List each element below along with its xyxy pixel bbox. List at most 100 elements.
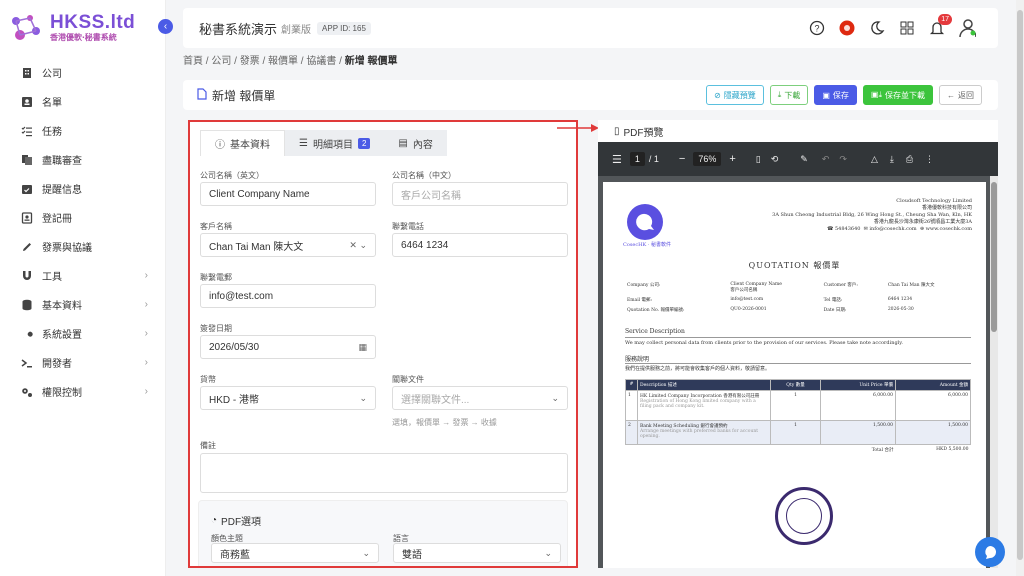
save-download-button[interactable]: ▣⤓ 保存並下載 (862, 85, 933, 105)
row-qty: 1 (770, 420, 821, 445)
more-vert-icon[interactable]: ⋮ (925, 154, 934, 165)
zoom-level[interactable]: 76% (693, 152, 722, 166)
hk-flag-icon[interactable] (838, 19, 856, 37)
page-number-input[interactable]: 1 (629, 152, 645, 166)
table-row: Company 公司: Client Company Name 客戶公司名稱 Cus… (625, 280, 971, 295)
sidebar-item-basic-data[interactable]: 基本資料 › (0, 290, 166, 319)
tab-label: 內容 (412, 139, 433, 151)
add-drive-icon[interactable]: △ (871, 154, 878, 165)
pdf-scrollbar[interactable] (990, 176, 998, 568)
issuer-email: info@cosechk.com (869, 226, 917, 232)
info-cell: Email 電郵: (627, 298, 653, 303)
bell-icon[interactable]: 17 (928, 14, 952, 37)
fit-page-icon[interactable]: ▯ (756, 154, 761, 165)
page-scrollbar[interactable] (1016, 0, 1024, 576)
chat-support-button[interactable] (975, 537, 1005, 567)
zoom-out-icon[interactable]: − (679, 153, 685, 165)
phone-input[interactable]: 6464 1234 (392, 233, 568, 257)
sidebar-item-tools[interactable]: 工具 › (0, 261, 166, 290)
undo-icon[interactable]: ↶ (822, 154, 830, 165)
svg-text:?: ? (814, 24, 819, 34)
remark-textarea[interactable] (200, 453, 568, 493)
pdf-download-icon[interactable]: ⤓ (890, 154, 894, 165)
column-header: Qty 數量 (770, 379, 821, 391)
grid-apps-icon[interactable] (898, 19, 916, 37)
chevron-right-icon: › (144, 357, 148, 368)
tab-line-items[interactable]: ☰ 明細項目 2 (285, 130, 385, 156)
download-button[interactable]: ⤓ 下載 (769, 85, 809, 105)
language-select[interactable]: 雙語 ⌄ (393, 543, 561, 563)
pdf-viewer[interactable]: CosecHK · 秘書軟件 Cloudsoft Technology Limi… (598, 176, 998, 568)
rotate-icon[interactable]: ⟲ (771, 154, 779, 165)
pen-icon (20, 240, 34, 254)
user-avatar-icon[interactable] (958, 19, 976, 38)
company-en-input[interactable]: Client Company Name (200, 182, 376, 206)
save-button[interactable]: ▣ 保存 (814, 85, 857, 105)
notification-badge: 17 (938, 14, 952, 25)
print-icon[interactable]: ⎙ (906, 154, 913, 165)
sidebar-item-due-diligence[interactable]: 盡職審查 (0, 145, 166, 174)
company-logo-icon (627, 204, 663, 240)
column-header: Unit Price 單價 (820, 379, 896, 391)
currency-select[interactable]: HKD - 港幣 ⌄ (200, 386, 376, 410)
download-icon: ⤓ (777, 90, 782, 99)
row-number: 2 (625, 420, 638, 445)
gears-icon (20, 385, 34, 399)
quote-info-table: Company 公司: Client Company Name 客戶公司名稱 Cus… (625, 280, 971, 315)
company-zh-input[interactable]: 客戶公司名稱 (392, 182, 568, 206)
tab-basic-info[interactable]: ⓘ 基本資料 (200, 130, 285, 156)
back-button[interactable]: ← 返回 (939, 85, 982, 105)
sidebar-item-reminders[interactable]: 提醒信息 (0, 174, 166, 203)
sidebar-item-label: 公司 (42, 69, 62, 80)
sidebar-item-permissions[interactable]: 權限控制 › (0, 377, 166, 406)
clear-chevron-icon[interactable]: ✕ ⌄ (349, 240, 367, 251)
service-desc-title: Service Description (625, 328, 685, 335)
page-scroll-thumb[interactable] (1017, 10, 1023, 560)
sidebar-item-tasks[interactable]: 任務 (0, 116, 166, 145)
row-amount: 1,500.00 (895, 420, 971, 445)
email-input[interactable]: info@test.com (200, 284, 376, 308)
sidebar-item-company[interactable]: 公司 (0, 58, 166, 87)
moon-icon[interactable] (868, 19, 886, 37)
remark-label: 備註 (200, 441, 216, 450)
pdf-scroll-thumb[interactable] (991, 182, 997, 332)
tab-label: 基本資料 (230, 140, 270, 151)
annotate-icon[interactable]: ✎ (800, 154, 808, 165)
customer-select[interactable]: Chan Tai Man 陳大文 ✕ ⌄ (200, 233, 376, 257)
brand-logo[interactable]: HKSS.ltd 香港優軟‧秘書系統 (8, 10, 158, 46)
redo-icon[interactable]: ↷ (839, 154, 847, 165)
tab-content[interactable]: ▤ 內容 (384, 130, 447, 156)
zoom-in-icon[interactable]: + (729, 153, 735, 165)
currency-label: 貨幣 (200, 375, 216, 384)
theme-value: 商務藍 (220, 549, 250, 561)
service-desc-zh-text: 我們在提供服務之前，將可能會收集客戶的個人資料，敬請留意。 (625, 366, 771, 372)
info-icon: ⓘ (215, 140, 225, 151)
sidebar-item-developer[interactable]: 開發者 › (0, 348, 166, 377)
save-download-label: 保存並下載 (885, 90, 925, 100)
divider (625, 363, 971, 364)
menu-icon[interactable]: ☰ (612, 153, 622, 166)
sidebar-item-settings[interactable]: 系統設置 › (0, 319, 166, 348)
mail-icon: ✉ (863, 226, 868, 232)
sidebar-item-register[interactable]: 登記冊 (0, 203, 166, 232)
sidebar-item-invoices[interactable]: 發票與協議 (0, 232, 166, 261)
topbar: 秘書系統演示 創業版 APP ID: 165 ? 17 (183, 8, 998, 48)
hide-preview-button[interactable]: ⊘ 隱藏預覽 (706, 85, 764, 105)
calendar-icon[interactable]: ▦ (358, 342, 367, 353)
sidebar-item-contacts[interactable]: 名單 (0, 87, 166, 116)
related-docs-select[interactable]: 選擇關聯文件... ⌄ (392, 386, 568, 410)
breadcrumb-invoices[interactable]: 發票 / 報價單 / 協議書 (240, 56, 337, 67)
info-cell: Quotation No. 報價單編號: (627, 308, 685, 313)
breadcrumb-home[interactable]: 首頁 (183, 56, 203, 67)
breadcrumb-company[interactable]: 公司 (211, 56, 231, 67)
sidebar-collapse-button[interactable]: ‹ (158, 19, 173, 34)
chevron-down-icon: ⌄ (362, 547, 370, 558)
table-row: 2 Bank Meeting Scheduling 銀行會議預約 Arrange … (625, 420, 971, 445)
breadcrumb-current: 新增 報價單 (344, 56, 398, 67)
chevron-down-icon: ⌄ (551, 392, 559, 403)
theme-select[interactable]: 商務藍 ⌄ (211, 543, 379, 563)
page-total: / 1 (648, 154, 659, 164)
help-icon[interactable]: ? (808, 19, 826, 37)
info-cell: info@test.com (730, 297, 764, 302)
date-input[interactable]: 2026/05/30 ▦ (200, 335, 376, 359)
